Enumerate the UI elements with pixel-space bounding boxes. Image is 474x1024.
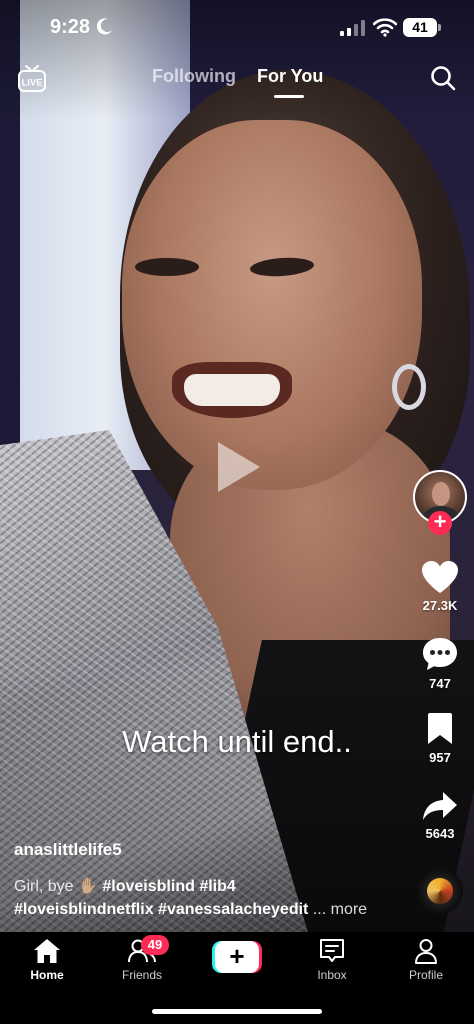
comment-button[interactable]: 747 [410, 636, 470, 691]
wifi-icon [373, 18, 397, 37]
profile-icon [415, 939, 437, 964]
hashtag[interactable]: #loveisblindnetflix [14, 901, 154, 918]
battery-tip [438, 24, 441, 31]
nav-home-label: Home [30, 968, 64, 982]
video-overlay-text: Watch until end.. [122, 724, 352, 759]
plus-icon: + [229, 941, 245, 971]
comment-count: 747 [429, 676, 451, 691]
moon-icon [96, 18, 112, 35]
home-indicator[interactable] [152, 1009, 322, 1014]
nav-inbox-label: Inbox [317, 968, 347, 982]
search-icon[interactable] [430, 65, 456, 91]
nav-inbox[interactable]: Inbox [292, 938, 372, 982]
video-subject-face [122, 120, 422, 490]
nav-friends-label: Friends [121, 968, 162, 982]
bookmark-button[interactable]: 957 [410, 712, 470, 765]
follow-button[interactable]: + [428, 511, 452, 535]
nav-profile-label: Profile [408, 968, 443, 982]
home-icon [34, 939, 60, 963]
video-subject-eye [135, 258, 199, 276]
avatar-face [432, 482, 450, 506]
like-button[interactable]: 27.3K [410, 560, 470, 613]
live-label: LIVE [21, 78, 42, 89]
music-disc-icon[interactable] [417, 868, 463, 914]
status-time: 9:28 [50, 16, 91, 38]
nav-home[interactable]: Home [7, 938, 87, 982]
status-bar: 9:28 41 [0, 0, 474, 56]
plus-icon: + [433, 509, 447, 534]
signal-icon [340, 20, 365, 36]
hashtag[interactable]: #vanessalacheyedit [158, 901, 308, 918]
battery-indicator: 41 [403, 18, 437, 37]
caption-more-link[interactable]: ... more [313, 901, 367, 918]
post-caption-line-2: #loveisblindnetflix #vanessalacheyedit .… [14, 901, 367, 919]
hashtag[interactable]: #loveisblind [102, 878, 194, 895]
tab-following[interactable]: Following [152, 66, 236, 87]
bookmark-icon [428, 713, 452, 744]
caption-text: Girl, bye ✋🏼 [14, 878, 98, 895]
heart-icon [422, 561, 458, 593]
post-caption-line-1: Girl, bye ✋🏼 #loveisblind #lib4 [14, 876, 236, 896]
tab-for-you[interactable]: For You [257, 66, 323, 87]
bookmark-count: 957 [429, 750, 451, 765]
friends-notification-badge: 49 [141, 935, 169, 955]
video-subject-earring [392, 364, 426, 410]
creator-username[interactable]: anaslittlelife5 [14, 840, 122, 860]
share-button[interactable]: 5643 [410, 790, 470, 841]
share-count: 5643 [425, 826, 455, 841]
play-icon[interactable] [214, 440, 262, 494]
music-disc-art [427, 878, 453, 904]
video-subject-teeth [184, 374, 280, 406]
active-tab-indicator [274, 95, 304, 98]
hashtag[interactable]: #lib4 [199, 878, 235, 895]
share-icon [423, 792, 457, 820]
like-count: 27.3K [422, 598, 458, 613]
comment-icon [423, 638, 457, 670]
nav-profile[interactable]: Profile [386, 938, 466, 982]
inbox-icon [320, 939, 344, 962]
live-icon[interactable]: LIVE [17, 63, 47, 93]
create-button[interactable]: + [212, 941, 262, 973]
